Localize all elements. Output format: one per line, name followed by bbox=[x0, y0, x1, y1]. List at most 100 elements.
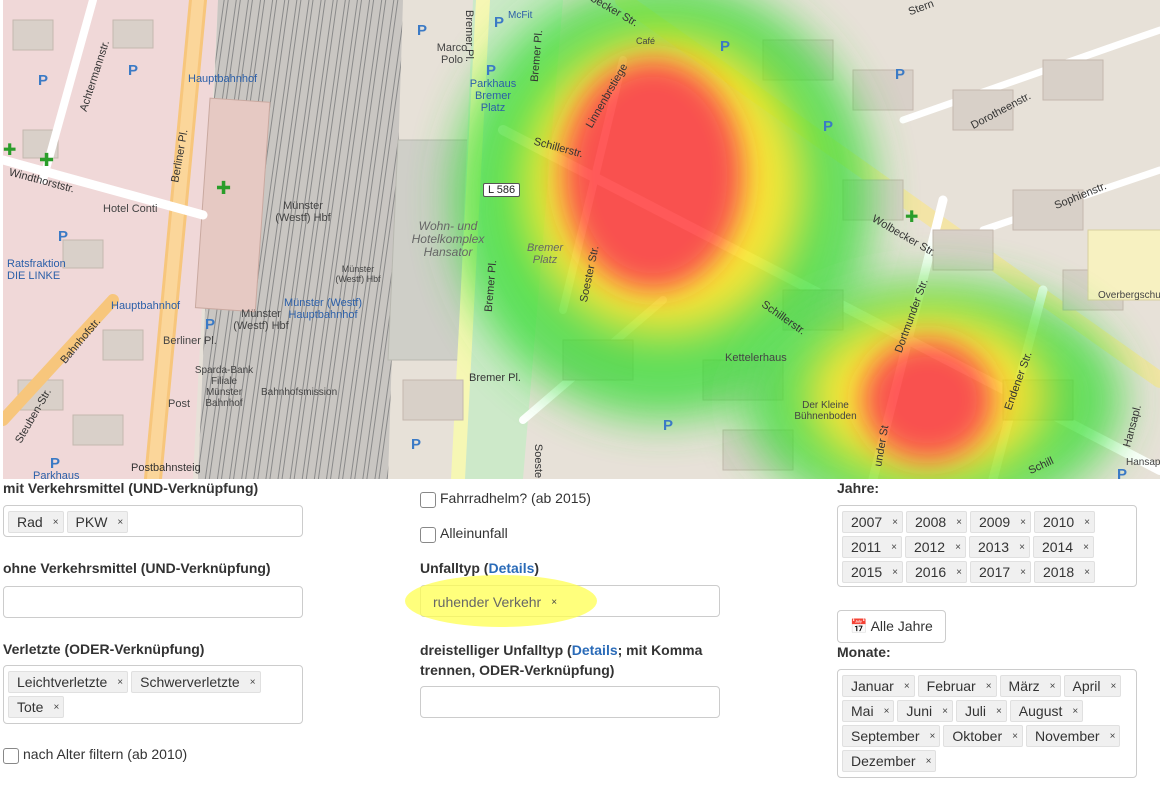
street-label: Postbahnsteig bbox=[131, 462, 201, 474]
pharmacy-icon: ✚ bbox=[3, 142, 17, 159]
remove-tag-icon[interactable]: × bbox=[53, 702, 59, 713]
parking-icon: P bbox=[38, 72, 49, 89]
tag-tote[interactable]: Tote × bbox=[8, 696, 65, 718]
parking-icon: P bbox=[205, 316, 216, 333]
mit-verkehrsmittel-label: mit Verkehrsmittel (UND-Verknüpfung) bbox=[3, 480, 259, 496]
parking-icon: P bbox=[58, 228, 69, 245]
nach-alter-label: nach Alter filtern (ab 2010) bbox=[23, 746, 188, 762]
parking-icon: P bbox=[494, 14, 505, 31]
remove-tag-icon[interactable]: × bbox=[1050, 681, 1056, 692]
monate-select[interactable]: Januar × Februar × März × April × Mai × Juni × Juli ×… bbox=[837, 669, 1137, 778]
poi-label: Berliner Pl. bbox=[163, 335, 217, 347]
remove-tag-icon[interactable]: × bbox=[1111, 681, 1117, 692]
parking-icon: P bbox=[50, 455, 61, 472]
parking-icon: P bbox=[128, 62, 139, 79]
remove-tag-icon[interactable]: × bbox=[117, 677, 123, 688]
tag-schwerverletzte[interactable]: Schwerverletzte × bbox=[131, 671, 261, 693]
remove-tag-icon[interactable]: × bbox=[891, 542, 897, 553]
remove-tag-icon[interactable]: × bbox=[1084, 567, 1090, 578]
remove-tag-icon[interactable]: × bbox=[955, 542, 961, 553]
month-tag[interactable]: November × bbox=[1025, 725, 1121, 747]
poi-label: Münster (Westf) Hauptbahnhof bbox=[283, 297, 363, 322]
verletzte-select[interactable]: Leichtverletzte × Schwerverletzte × Tote × bbox=[3, 665, 303, 724]
year-tag[interactable]: 2007 × bbox=[842, 511, 903, 533]
year-tag[interactable]: 2013 × bbox=[968, 536, 1030, 558]
nach-alter-checkbox[interactable] bbox=[3, 748, 19, 764]
remove-tag-icon[interactable]: × bbox=[1020, 567, 1026, 578]
remove-tag-icon[interactable]: × bbox=[926, 756, 932, 767]
year-tag[interactable]: 2015 × bbox=[842, 561, 903, 583]
remove-tag-icon[interactable]: × bbox=[1020, 517, 1026, 528]
remove-tag-icon[interactable]: × bbox=[1084, 517, 1090, 528]
year-tag[interactable]: 2012 × bbox=[904, 536, 966, 558]
remove-tag-icon[interactable]: × bbox=[117, 517, 123, 528]
month-tag[interactable]: März × bbox=[999, 675, 1061, 697]
tag-pkw[interactable]: PKW × bbox=[66, 511, 129, 533]
remove-tag-icon[interactable]: × bbox=[956, 517, 962, 528]
dreistelliger-input[interactable] bbox=[420, 686, 720, 718]
fahrradhelm-checkbox[interactable] bbox=[420, 492, 436, 508]
tag-leichtverletzte[interactable]: Leichtverletzte × bbox=[8, 671, 129, 693]
tag-ruhender-verkehr[interactable]: ruhender Verkehr × bbox=[424, 591, 562, 613]
year-tag[interactable]: 2016 × bbox=[906, 561, 967, 583]
alleinunfall-checkbox-row[interactable]: Alleinunfall bbox=[420, 525, 508, 543]
year-tag[interactable]: 2008 × bbox=[906, 511, 967, 533]
unfalltyp-details-link[interactable]: Details bbox=[488, 560, 534, 576]
monate-label: Monate: bbox=[837, 644, 891, 660]
month-tag[interactable]: Dezember × bbox=[842, 750, 937, 772]
poi-label: Café bbox=[636, 36, 656, 46]
month-tag[interactable]: Mai × bbox=[842, 700, 895, 722]
remove-tag-icon[interactable]: × bbox=[1110, 731, 1116, 742]
month-tag[interactable]: Februar × bbox=[917, 675, 997, 697]
remove-tag-icon[interactable]: × bbox=[986, 681, 992, 692]
year-tag[interactable]: 2009 × bbox=[970, 511, 1031, 533]
remove-tag-icon[interactable]: × bbox=[904, 681, 910, 692]
month-tag[interactable]: August × bbox=[1009, 700, 1084, 722]
alleinunfall-label: Alleinunfall bbox=[440, 525, 508, 541]
remove-tag-icon[interactable]: × bbox=[956, 567, 962, 578]
dreistelliger-details-link[interactable]: Details bbox=[572, 642, 618, 658]
remove-tag-icon[interactable]: × bbox=[884, 706, 890, 717]
month-tag[interactable]: Juli × bbox=[955, 700, 1007, 722]
dreistelliger-label: dreistelliger Unfalltyp (Details; mit Ko… bbox=[420, 642, 703, 678]
year-tag[interactable]: 2017 × bbox=[970, 561, 1031, 583]
year-tag[interactable]: 2018 × bbox=[1034, 561, 1095, 583]
poi-label: Sparda-Bank Filiale Münster Bahnhof bbox=[194, 365, 254, 409]
street-label: Soeste bbox=[532, 443, 545, 479]
ohne-verkehrsmittel-select[interactable] bbox=[3, 586, 303, 618]
remove-tag-icon[interactable]: × bbox=[929, 731, 935, 742]
fahrradhelm-checkbox-row[interactable]: Fahrradhelm? (ab 2015) bbox=[420, 490, 591, 508]
remove-tag-icon[interactable]: × bbox=[996, 706, 1002, 717]
tag-rad[interactable]: Rad × bbox=[8, 511, 64, 533]
year-tag[interactable]: 2011 × bbox=[842, 536, 902, 558]
remove-tag-icon[interactable]: × bbox=[892, 567, 898, 578]
poi-label: Hauptbahnhof bbox=[188, 73, 258, 85]
month-tag[interactable]: Oktober × bbox=[943, 725, 1023, 747]
street-label: Bremer Pl. bbox=[469, 372, 521, 384]
alleinunfall-checkbox[interactable] bbox=[420, 527, 436, 543]
alle-jahre-button[interactable]: 📅 Alle Jahre bbox=[837, 610, 946, 643]
remove-tag-icon[interactable]: × bbox=[551, 597, 557, 608]
remove-tag-icon[interactable]: × bbox=[1072, 706, 1078, 717]
remove-tag-icon[interactable]: × bbox=[1083, 542, 1089, 553]
calendar-icon: 📅 bbox=[850, 618, 868, 634]
month-tag[interactable]: Juni × bbox=[897, 700, 953, 722]
remove-tag-icon[interactable]: × bbox=[53, 517, 59, 528]
remove-tag-icon[interactable]: × bbox=[1019, 542, 1025, 553]
pharmacy-icon: ✚ bbox=[905, 209, 919, 226]
year-tag[interactable]: 2014 × bbox=[1032, 536, 1094, 558]
accident-heatmap[interactable]: Achtermannstr. Windthorststr. Berliner P… bbox=[3, 0, 1160, 479]
month-tag[interactable]: Januar × bbox=[842, 675, 915, 697]
remove-tag-icon[interactable]: × bbox=[250, 677, 256, 688]
remove-tag-icon[interactable]: × bbox=[942, 706, 948, 717]
parking-icon: P bbox=[823, 118, 834, 135]
month-tag[interactable]: September × bbox=[842, 725, 941, 747]
year-tag[interactable]: 2010 × bbox=[1034, 511, 1095, 533]
remove-tag-icon[interactable]: × bbox=[1012, 731, 1018, 742]
month-tag[interactable]: April × bbox=[1063, 675, 1122, 697]
mit-verkehrsmittel-select[interactable]: Rad × PKW × bbox=[3, 505, 303, 537]
jahre-select[interactable]: 2007 × 2008 × 2009 × 2010 × 2011 × 2012 × 2013 × 2014 ×… bbox=[837, 505, 1137, 587]
parking-icon: P bbox=[411, 436, 422, 453]
remove-tag-icon[interactable]: × bbox=[892, 517, 898, 528]
nach-alter-checkbox-row[interactable]: nach Alter filtern (ab 2010) bbox=[3, 746, 187, 764]
